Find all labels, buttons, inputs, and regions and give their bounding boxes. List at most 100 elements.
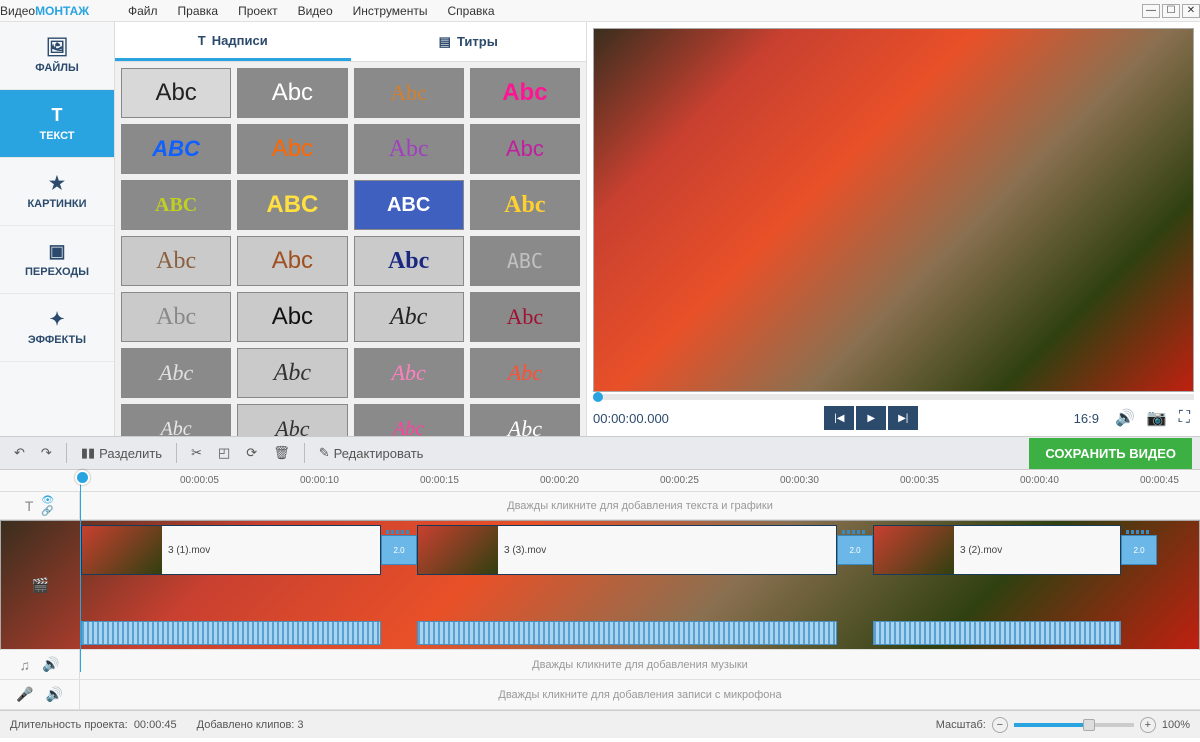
duration-label: Длительность проекта: 00:00:45: [10, 719, 177, 731]
menu-help[interactable]: Справка: [439, 2, 502, 20]
snapshot-icon[interactable]: 📷: [1147, 408, 1167, 428]
zoom-out-button[interactable]: −: [992, 717, 1008, 733]
video-preview[interactable]: [593, 28, 1194, 392]
star-icon: ★: [49, 173, 65, 194]
text-style-item[interactable]: Abc: [470, 68, 580, 118]
clips-count: Добавлено клипов: 3: [197, 719, 304, 731]
ruler-mark: 00:00:35: [900, 475, 939, 486]
text-style-item[interactable]: Abc: [470, 348, 580, 398]
text-style-item[interactable]: Abc: [121, 404, 231, 436]
preview-seekbar[interactable]: [593, 394, 1194, 400]
video-track[interactable]: 3 (1).mov3 (3).mov3 (2).mov2.02.02.0: [81, 521, 1199, 649]
timecode: 00:00:00.000: [593, 411, 669, 426]
transition[interactable]: 2.0: [837, 535, 873, 565]
transitions-icon: ▣: [48, 241, 65, 262]
music-track[interactable]: Дважды кликните для добавления музыки: [80, 650, 1200, 679]
transition[interactable]: 2.0: [381, 535, 417, 565]
text-style-item[interactable]: Abc: [470, 124, 580, 174]
text-track[interactable]: Дважды кликните для добавления текста и …: [80, 492, 1200, 519]
speaker-icon[interactable]: 🔊: [42, 656, 59, 673]
tab-files[interactable]: 🖼ФАЙЛЫ: [0, 22, 114, 90]
save-video-button[interactable]: СОХРАНИТЬ ВИДЕО: [1029, 438, 1192, 469]
left-tabs: 🖼ФАЙЛЫ TТЕКСТ ★КАРТИНКИ ▣ПЕРЕХОДЫ ✦ЭФФЕК…: [0, 22, 115, 436]
video-clip[interactable]: 3 (2).mov: [873, 525, 1121, 575]
time-ruler[interactable]: 00:00:0500:00:1000:00:1500:00:2000:00:25…: [0, 470, 1200, 492]
crop-button[interactable]: ◰: [212, 441, 236, 465]
text-style-item[interactable]: ABC: [121, 180, 231, 230]
video-clip[interactable]: 3 (1).mov: [81, 525, 381, 575]
edit-button[interactable]: ✎ Редактировать: [313, 441, 430, 465]
maximize-button[interactable]: ☐: [1162, 4, 1180, 18]
text-style-item[interactable]: Abc: [354, 68, 464, 118]
ruler-mark: 00:00:20: [540, 475, 579, 486]
link-icon[interactable]: 🔗: [41, 506, 54, 517]
rotate-button[interactable]: ⟳: [240, 441, 263, 465]
image-icon: 🖼: [46, 37, 69, 58]
subtab-captions[interactable]: TНадписи: [115, 22, 351, 61]
text-style-item[interactable]: ABC: [470, 236, 580, 286]
playhead[interactable]: [80, 472, 81, 672]
delete-button[interactable]: 🗑: [267, 441, 296, 465]
speaker-icon[interactable]: 🔊: [46, 686, 63, 703]
mic-track-icon: 🎤: [16, 686, 33, 703]
transition[interactable]: 2.0: [1121, 535, 1157, 565]
tab-text[interactable]: TТЕКСТ: [0, 90, 114, 158]
subtab-titles[interactable]: ▤Титры: [351, 22, 587, 61]
text-icon: T: [52, 105, 63, 126]
zoom-in-button[interactable]: +: [1140, 717, 1156, 733]
undo-button[interactable]: ↶: [8, 441, 31, 465]
zoom-value: 100%: [1162, 719, 1190, 731]
eye-icon[interactable]: 👁: [41, 495, 54, 506]
menu-tools[interactable]: Инструменты: [345, 2, 436, 20]
zoom-label: Масштаб:: [936, 719, 986, 731]
text-style-item[interactable]: Abc: [237, 124, 347, 174]
text-style-item[interactable]: Abc: [354, 404, 464, 436]
music-track-icon: ♫: [20, 657, 31, 673]
tab-images[interactable]: ★КАРТИНКИ: [0, 158, 114, 226]
next-button[interactable]: ▶|: [888, 406, 918, 430]
minimize-button[interactable]: —: [1142, 4, 1160, 18]
split-button[interactable]: ▮▮ Разделить: [75, 441, 168, 465]
text-style-item[interactable]: Abc: [121, 348, 231, 398]
text-style-item[interactable]: Abc: [354, 292, 464, 342]
mic-track[interactable]: Дважды кликните для добавления записи с …: [80, 680, 1200, 709]
menu-project[interactable]: Проект: [230, 2, 286, 20]
text-style-item[interactable]: Abc: [237, 292, 347, 342]
play-button[interactable]: ▶: [856, 406, 886, 430]
text-style-item[interactable]: Abc: [470, 292, 580, 342]
menu-file[interactable]: Файл: [120, 2, 166, 20]
text-style-item[interactable]: Abc: [237, 68, 347, 118]
text-style-item[interactable]: Abc: [354, 236, 464, 286]
text-style-item[interactable]: Abc: [237, 404, 347, 436]
text-style-item[interactable]: Abc: [121, 236, 231, 286]
tab-transitions[interactable]: ▣ПЕРЕХОДЫ: [0, 226, 114, 294]
timeline: 00:00:0500:00:1000:00:1500:00:2000:00:25…: [0, 470, 1200, 710]
titles-icon: ▤: [439, 34, 451, 50]
text-style-item[interactable]: ABC: [237, 180, 347, 230]
audio-waveform[interactable]: [873, 621, 1121, 645]
tab-effects[interactable]: ✦ЭФФЕКТЫ: [0, 294, 114, 362]
volume-icon[interactable]: 🔊: [1115, 408, 1135, 428]
menu-edit[interactable]: Правка: [170, 2, 227, 20]
video-clip[interactable]: 3 (3).mov: [417, 525, 837, 575]
text-style-item[interactable]: Abc: [121, 68, 231, 118]
text-style-item[interactable]: Abc: [121, 292, 231, 342]
text-style-item[interactable]: Abc: [470, 404, 580, 436]
text-style-item[interactable]: ABC: [121, 124, 231, 174]
text-style-item[interactable]: ABC: [354, 180, 464, 230]
cut-button[interactable]: ✂: [185, 441, 208, 465]
close-button[interactable]: ✕: [1182, 4, 1200, 18]
fullscreen-icon[interactable]: ⛶: [1179, 409, 1190, 427]
text-style-item[interactable]: Abc: [470, 180, 580, 230]
menu-video[interactable]: Видео: [290, 2, 341, 20]
text-style-item[interactable]: Abc: [354, 124, 464, 174]
prev-button[interactable]: |◀: [824, 406, 854, 430]
audio-waveform[interactable]: [81, 621, 381, 645]
text-style-item[interactable]: Abc: [354, 348, 464, 398]
text-style-item[interactable]: Abc: [237, 348, 347, 398]
zoom-slider[interactable]: [1014, 723, 1134, 727]
audio-waveform[interactable]: [417, 621, 837, 645]
aspect-ratio[interactable]: 16:9: [1074, 411, 1099, 426]
text-style-item[interactable]: Abc: [237, 236, 347, 286]
redo-button[interactable]: ↷: [35, 441, 58, 465]
